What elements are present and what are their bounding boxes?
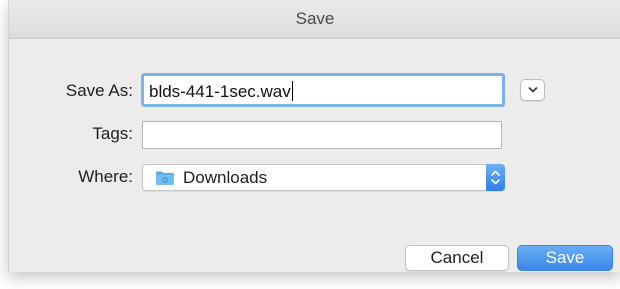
save-as-field[interactable]: blds-441-1sec.wav <box>141 73 505 107</box>
popup-stepper <box>486 164 505 191</box>
save-button[interactable]: Save <box>517 245 613 271</box>
text-caret <box>291 81 293 101</box>
up-down-chevron-icon <box>491 170 500 185</box>
save-as-value-wrap: blds-441-1sec.wav <box>149 81 293 102</box>
tags-field[interactable] <box>142 121 502 149</box>
dialog-title: Save <box>295 9 335 28</box>
title-bar[interactable]: Save <box>9 0 620 39</box>
chevron-down-icon <box>528 87 538 93</box>
folder-icon <box>156 171 174 185</box>
expand-dialog-button[interactable] <box>520 79 545 101</box>
tags-label: Tags: <box>92 124 133 143</box>
where-popup[interactable]: Downloads <box>142 164 505 191</box>
save-dialog: Save Save As: blds-441-1sec.wav Tags: Wh… <box>8 0 620 272</box>
cancel-button[interactable]: Cancel <box>405 245 509 271</box>
where-label: Where: <box>78 167 133 186</box>
where-value: Downloads <box>183 168 268 187</box>
save-as-value: blds-441-1sec.wav <box>149 82 291 101</box>
save-as-label: Save As: <box>65 81 133 100</box>
